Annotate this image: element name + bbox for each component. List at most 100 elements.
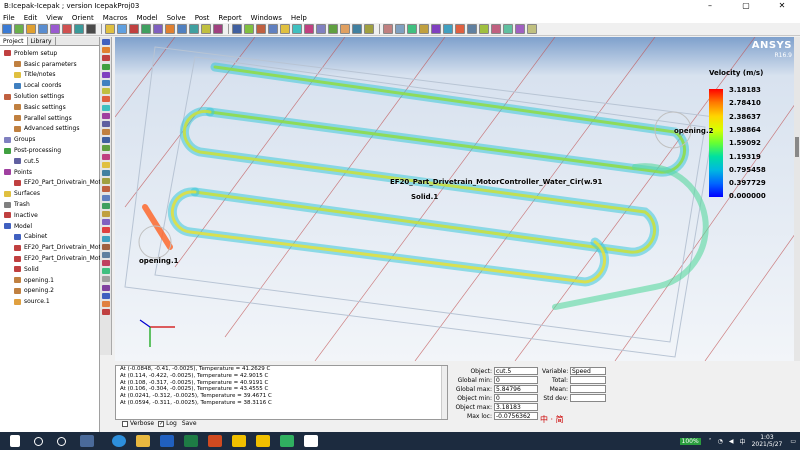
object-create-icon[interactable] xyxy=(101,153,110,160)
tree-folder[interactable]: Points xyxy=(0,167,99,178)
object-create-icon[interactable] xyxy=(101,129,110,136)
notification-icon[interactable]: ▭ xyxy=(790,438,796,445)
toolbar-button-icon[interactable] xyxy=(74,24,84,34)
graphics-viewport[interactable]: ANSYS R16.9 Velocity (m/s) 3.18183 2.7841… xyxy=(115,37,800,361)
toolbar-button-icon[interactable] xyxy=(491,24,501,34)
tree-item[interactable]: Basic parameters xyxy=(0,59,99,70)
task-view-icon[interactable] xyxy=(57,436,66,446)
minimize-button[interactable]: – xyxy=(692,0,728,12)
menu-post[interactable]: Post xyxy=(195,14,210,22)
object-create-icon[interactable] xyxy=(101,104,110,111)
toolbar-button-icon[interactable] xyxy=(232,24,242,34)
menu-windows[interactable]: Windows xyxy=(251,14,282,22)
object-create-icon[interactable] xyxy=(101,161,110,168)
start-icon[interactable] xyxy=(10,435,20,447)
object-create-icon[interactable] xyxy=(101,194,110,201)
object-create-icon[interactable] xyxy=(101,301,110,307)
tree-item[interactable]: EF20_Part_Drivetrain_Motor xyxy=(0,253,107,264)
object-create-icon[interactable] xyxy=(101,202,110,209)
battery-indicator[interactable]: 100% xyxy=(679,437,701,445)
object-create-icon[interactable] xyxy=(101,137,110,144)
toolbar-button-icon[interactable] xyxy=(50,24,60,34)
toolbar-button-icon[interactable] xyxy=(395,24,405,34)
menu-view[interactable]: View xyxy=(46,14,63,22)
search-icon[interactable] xyxy=(34,436,43,446)
tree-item[interactable]: Title/notes xyxy=(0,70,99,81)
network-icon[interactable]: ◔ xyxy=(718,438,723,445)
toolbar-button-icon[interactable] xyxy=(527,24,537,34)
viewport-scrollbar[interactable] xyxy=(794,37,800,361)
tree-item[interactable]: Local coords xyxy=(0,80,99,91)
toolbar-button-icon[interactable] xyxy=(280,24,290,34)
object-create-icon[interactable] xyxy=(101,170,110,176)
tree-folder[interactable]: Inactive xyxy=(0,210,99,221)
menu-help[interactable]: Help xyxy=(291,14,307,22)
tree-folder[interactable]: Trash xyxy=(0,199,99,210)
clock[interactable]: 1:03 2021/5/27 xyxy=(752,434,783,448)
verbose-checkbox[interactable] xyxy=(122,420,128,427)
object-create-icon[interactable] xyxy=(101,47,110,54)
tree-folder[interactable]: Solution settings xyxy=(0,91,99,102)
object-create-icon[interactable] xyxy=(101,219,110,226)
toolbar-button-icon[interactable] xyxy=(86,24,96,34)
close-button[interactable]: ✕ xyxy=(764,0,800,12)
toolbar-button-icon[interactable] xyxy=(141,24,151,34)
object-create-icon[interactable] xyxy=(101,227,110,234)
toolbar-button-icon[interactable] xyxy=(455,24,465,34)
toolbar-button-icon[interactable] xyxy=(479,24,489,34)
word-icon[interactable] xyxy=(160,435,174,447)
object-create-icon[interactable] xyxy=(101,145,110,152)
object-create-icon[interactable] xyxy=(101,292,110,299)
ansys-workbench-icon[interactable] xyxy=(232,435,246,447)
tree-item[interactable]: Basic settings xyxy=(0,102,99,113)
toolbar-button-icon[interactable] xyxy=(292,24,302,34)
toolbar-button-icon[interactable] xyxy=(316,24,326,34)
object-create-icon[interactable] xyxy=(101,186,110,193)
toolbar-button-icon[interactable] xyxy=(38,24,48,34)
menu-report[interactable]: Report xyxy=(218,14,241,22)
volume-icon[interactable]: ◀ xyxy=(729,438,734,445)
toolbar-button-icon[interactable] xyxy=(2,24,12,34)
object-create-icon[interactable] xyxy=(101,79,110,86)
toolbar-button-icon[interactable] xyxy=(304,24,314,34)
object-create-icon[interactable] xyxy=(101,235,110,242)
object-create-icon[interactable] xyxy=(101,243,110,250)
object-create-icon[interactable] xyxy=(101,96,110,103)
widget-icon[interactable] xyxy=(80,435,94,447)
toolbar-button-icon[interactable] xyxy=(189,24,199,34)
toolbar-button-icon[interactable] xyxy=(177,24,187,34)
ansys-launcher-icon[interactable] xyxy=(256,435,270,447)
menu-solve[interactable]: Solve xyxy=(167,14,186,22)
tree-item[interactable]: Cabinet xyxy=(0,232,99,243)
object-create-icon[interactable] xyxy=(101,251,110,258)
icepak-icon[interactable] xyxy=(304,435,318,447)
object-create-icon[interactable] xyxy=(101,120,110,127)
menu-macros[interactable]: Macros xyxy=(103,14,128,22)
menu-edit[interactable]: Edit xyxy=(24,14,38,22)
powerpoint-icon[interactable] xyxy=(208,435,222,447)
tree-item[interactable]: Advanced settings xyxy=(0,124,99,135)
tree-folder[interactable]: Surfaces xyxy=(0,188,99,199)
toolbar-button-icon[interactable] xyxy=(256,24,266,34)
tree-item[interactable]: opening.2 xyxy=(0,286,99,297)
tree-item[interactable]: cut.5 xyxy=(0,156,99,167)
tree-item[interactable]: opening.1 xyxy=(0,275,99,286)
toolbar-button-icon[interactable] xyxy=(213,24,223,34)
object-field[interactable]: cut.5 xyxy=(494,367,538,375)
object-create-icon[interactable] xyxy=(101,39,110,45)
toolbar-button-icon[interactable] xyxy=(14,24,24,34)
menu-model[interactable]: Model xyxy=(137,14,158,22)
toolbar-button-icon[interactable] xyxy=(117,24,127,34)
menu-file[interactable]: File xyxy=(3,14,15,22)
language-indicator[interactable]: 中 xyxy=(740,437,746,446)
object-create-icon[interactable] xyxy=(101,276,110,283)
menu-orient[interactable]: Orient xyxy=(72,14,94,22)
object-create-icon[interactable] xyxy=(101,309,110,316)
toolbar-button-icon[interactable] xyxy=(268,24,278,34)
toolbar-button-icon[interactable] xyxy=(407,24,417,34)
toolbar-button-icon[interactable] xyxy=(467,24,477,34)
toolbar-button-icon[interactable] xyxy=(383,24,393,34)
toolbar-button-icon[interactable] xyxy=(244,24,254,34)
tree-item[interactable]: Parallel settings xyxy=(0,113,99,124)
edge-icon[interactable] xyxy=(112,435,126,447)
